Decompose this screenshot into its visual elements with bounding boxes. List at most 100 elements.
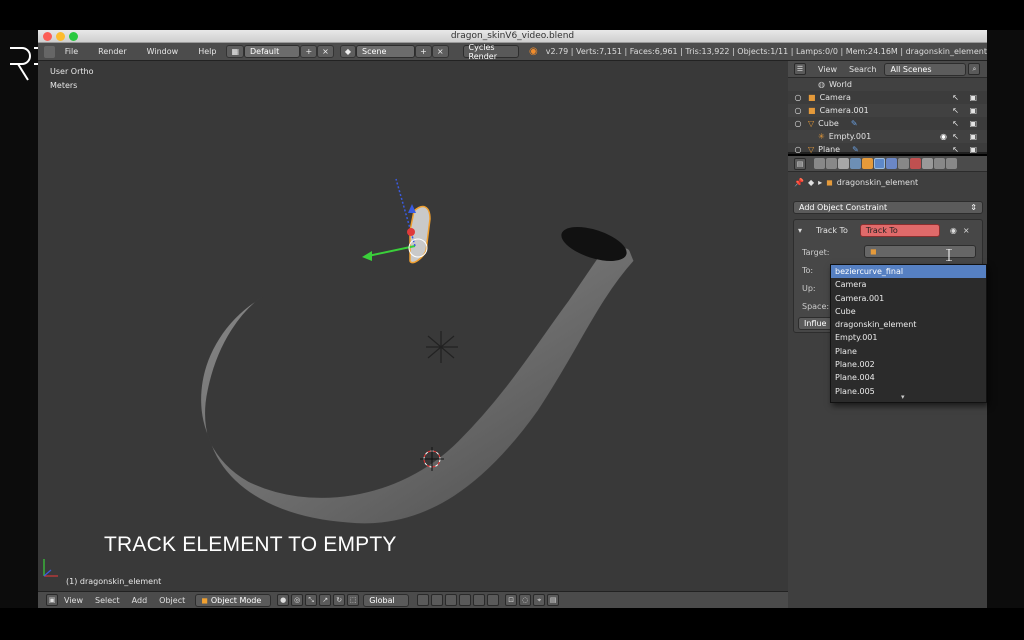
layers-tab-icon[interactable] <box>826 158 837 169</box>
dropdown-item-plane-004[interactable]: Plane.004 <box>831 371 986 384</box>
layer-3[interactable] <box>445 594 458 606</box>
pin-icon[interactable]: 📌 <box>794 178 804 187</box>
remove-layout-button[interactable]: × <box>317 45 334 58</box>
outliner-row-empty-001[interactable]: ✳ Empty.001 ◉ ↖ ▣ <box>788 130 987 143</box>
material-tab-icon[interactable] <box>910 158 921 169</box>
layer-5[interactable] <box>473 594 486 606</box>
menu-view[interactable]: View <box>58 596 89 605</box>
properties-context-tabs[interactable] <box>814 158 958 169</box>
visibility-icon[interactable]: ↖ <box>952 93 959 102</box>
expand-icon[interactable]: ○ <box>788 145 808 154</box>
layer-6[interactable] <box>487 594 500 606</box>
snap-icon[interactable]: ⌖ <box>533 594 546 606</box>
rotate-icon[interactable]: ↻ <box>333 594 346 606</box>
scene-field[interactable]: Scene <box>356 45 416 58</box>
transform-orientation-select[interactable]: Global <box>363 593 410 607</box>
lock-camera-icon[interactable]: ⊡ <box>505 594 518 606</box>
layer-buttons[interactable] <box>415 594 500 606</box>
layer-4[interactable] <box>459 594 472 606</box>
viewport-editor-type-icon[interactable]: ▣ <box>46 594 58 606</box>
menu-render[interactable]: Render <box>88 47 136 56</box>
expand-icon[interactable]: ○ <box>788 106 808 115</box>
search-icon[interactable]: ⌕ <box>968 63 981 75</box>
target-dropdown-menu[interactable]: beziercurve_final Camera Camera.001 Cube… <box>830 264 987 403</box>
dropdown-item-plane[interactable]: Plane <box>831 345 986 358</box>
outliner-row-plane[interactable]: ○ ▽ Plane ✎ ↖ ▣ <box>788 143 987 156</box>
screen-layout-field[interactable]: Default <box>244 45 301 58</box>
physics-tab-icon[interactable] <box>946 158 957 169</box>
screen-layout-icon[interactable]: ▦ <box>226 45 244 58</box>
menu-window[interactable]: Window <box>137 47 189 56</box>
dropdown-item-beziercurve-final[interactable]: beziercurve_final <box>831 265 986 279</box>
3d-viewport[interactable]: User Ortho Meters TRACK ELEMENT TO EMPTY… <box>38 61 788 591</box>
scroll-down-icon[interactable]: ▾ <box>901 393 905 401</box>
data-tab-icon[interactable] <box>898 158 909 169</box>
manipulator-toggle-icon[interactable]: ⤡ <box>305 594 318 606</box>
menu-file[interactable]: File <box>55 47 88 56</box>
outliner-row-cube[interactable]: ○ ▽ Cube ✎ ↖ ▣ <box>788 117 987 130</box>
menu-object[interactable]: Object <box>153 596 191 605</box>
scene-tab-icon[interactable] <box>838 158 849 169</box>
scene-icon[interactable]: ◆ <box>339 45 356 58</box>
visibility-icon[interactable]: ↖ <box>952 106 959 115</box>
viewport-shading-icon[interactable]: ● <box>277 594 290 606</box>
expand-icon[interactable]: ○ <box>788 119 808 128</box>
render-visibility-icon[interactable]: ▣ <box>969 106 977 115</box>
dropdown-item-dragonskin-element[interactable]: dragonskin_element <box>831 318 986 331</box>
close-icon[interactable]: × <box>963 226 970 235</box>
dropdown-item-plane-002[interactable]: Plane.002 <box>831 358 986 371</box>
proportional-edit-icon[interactable]: ◌ <box>519 594 532 606</box>
constraint-name-field[interactable]: Track To <box>859 224 940 237</box>
outliner-display-mode[interactable]: All Scenes <box>884 62 967 76</box>
render-visibility-icon[interactable]: ▣ <box>969 132 977 141</box>
dropdown-item-plane-005[interactable]: Plane.005 <box>831 385 986 398</box>
eye-icon[interactable]: ◉ <box>950 226 957 235</box>
render-visibility-icon[interactable]: ▣ <box>969 93 977 102</box>
eye-icon[interactable]: ◉ <box>940 132 947 141</box>
dropdown-item-camera-001[interactable]: Camera.001 <box>831 292 986 305</box>
outliner-editor-icon[interactable]: ☰ <box>794 63 806 75</box>
expand-icon[interactable]: ○ <box>788 93 808 102</box>
visibility-icon[interactable]: ↖ <box>952 145 959 154</box>
render-visibility-icon[interactable]: ▣ <box>969 119 977 128</box>
properties-editor-icon[interactable]: ▤ <box>794 157 806 170</box>
outliner-row-camera-001[interactable]: ○ ■ Camera.001 ↖ ▣ <box>788 104 987 117</box>
translate-icon[interactable]: ↗ <box>319 594 332 606</box>
modifiers-tab-icon[interactable] <box>886 158 897 169</box>
layer-1[interactable] <box>417 594 430 606</box>
visibility-icon[interactable]: ↖ <box>952 132 959 141</box>
render-engine-select[interactable]: Cycles Render <box>462 43 519 61</box>
outliner-row-camera[interactable]: ○ ■ Camera ↖ ▣ <box>788 91 987 104</box>
scale-icon[interactable]: ⬚ <box>347 594 360 606</box>
dropdown-item-cube[interactable]: Cube <box>831 305 986 318</box>
world-tab-icon[interactable] <box>850 158 861 169</box>
object-tab-icon[interactable] <box>862 158 873 169</box>
video-frame-right <box>987 30 1024 608</box>
particles-tab-icon[interactable] <box>934 158 945 169</box>
dropdown-item-camera[interactable]: Camera <box>831 278 986 291</box>
add-layout-button[interactable]: + <box>300 45 318 58</box>
outliner-search-menu[interactable]: Search <box>849 65 876 74</box>
menu-select[interactable]: Select <box>89 596 126 605</box>
render-preview-icon[interactable]: ▤ <box>547 594 560 606</box>
texture-tab-icon[interactable] <box>922 158 933 169</box>
visibility-icon[interactable]: ↖ <box>952 119 959 128</box>
outliner-row-world[interactable]: ◍ World <box>788 78 987 91</box>
menu-add[interactable]: Add <box>126 596 154 605</box>
pivot-point-icon[interactable]: ◎ <box>291 594 304 606</box>
target-field[interactable]: ◼ <box>864 245 976 258</box>
render-visibility-icon[interactable]: ▣ <box>969 145 977 154</box>
menu-help[interactable]: Help <box>188 47 226 56</box>
remove-scene-button[interactable]: × <box>431 45 449 58</box>
mode-select[interactable]: ◼ Object Mode <box>195 593 272 607</box>
outliner-view-menu[interactable]: View <box>818 65 837 74</box>
dropdown-item-empty-001[interactable]: Empty.001 <box>831 331 986 344</box>
constraints-tab-icon[interactable] <box>874 158 885 169</box>
outliner-panel[interactable]: ◍ World ○ ■ Camera ↖ ▣ ○ ■ Camera.001 ↖ … <box>788 78 987 154</box>
layer-2[interactable] <box>431 594 444 606</box>
collapse-arrow-icon[interactable]: ▾ <box>798 226 802 235</box>
add-scene-button[interactable]: + <box>415 45 432 58</box>
render-tab-icon[interactable] <box>814 158 825 169</box>
editor-type-icon[interactable] <box>44 45 55 58</box>
add-object-constraint-select[interactable]: Add Object Constraint ⇕ <box>793 201 983 214</box>
